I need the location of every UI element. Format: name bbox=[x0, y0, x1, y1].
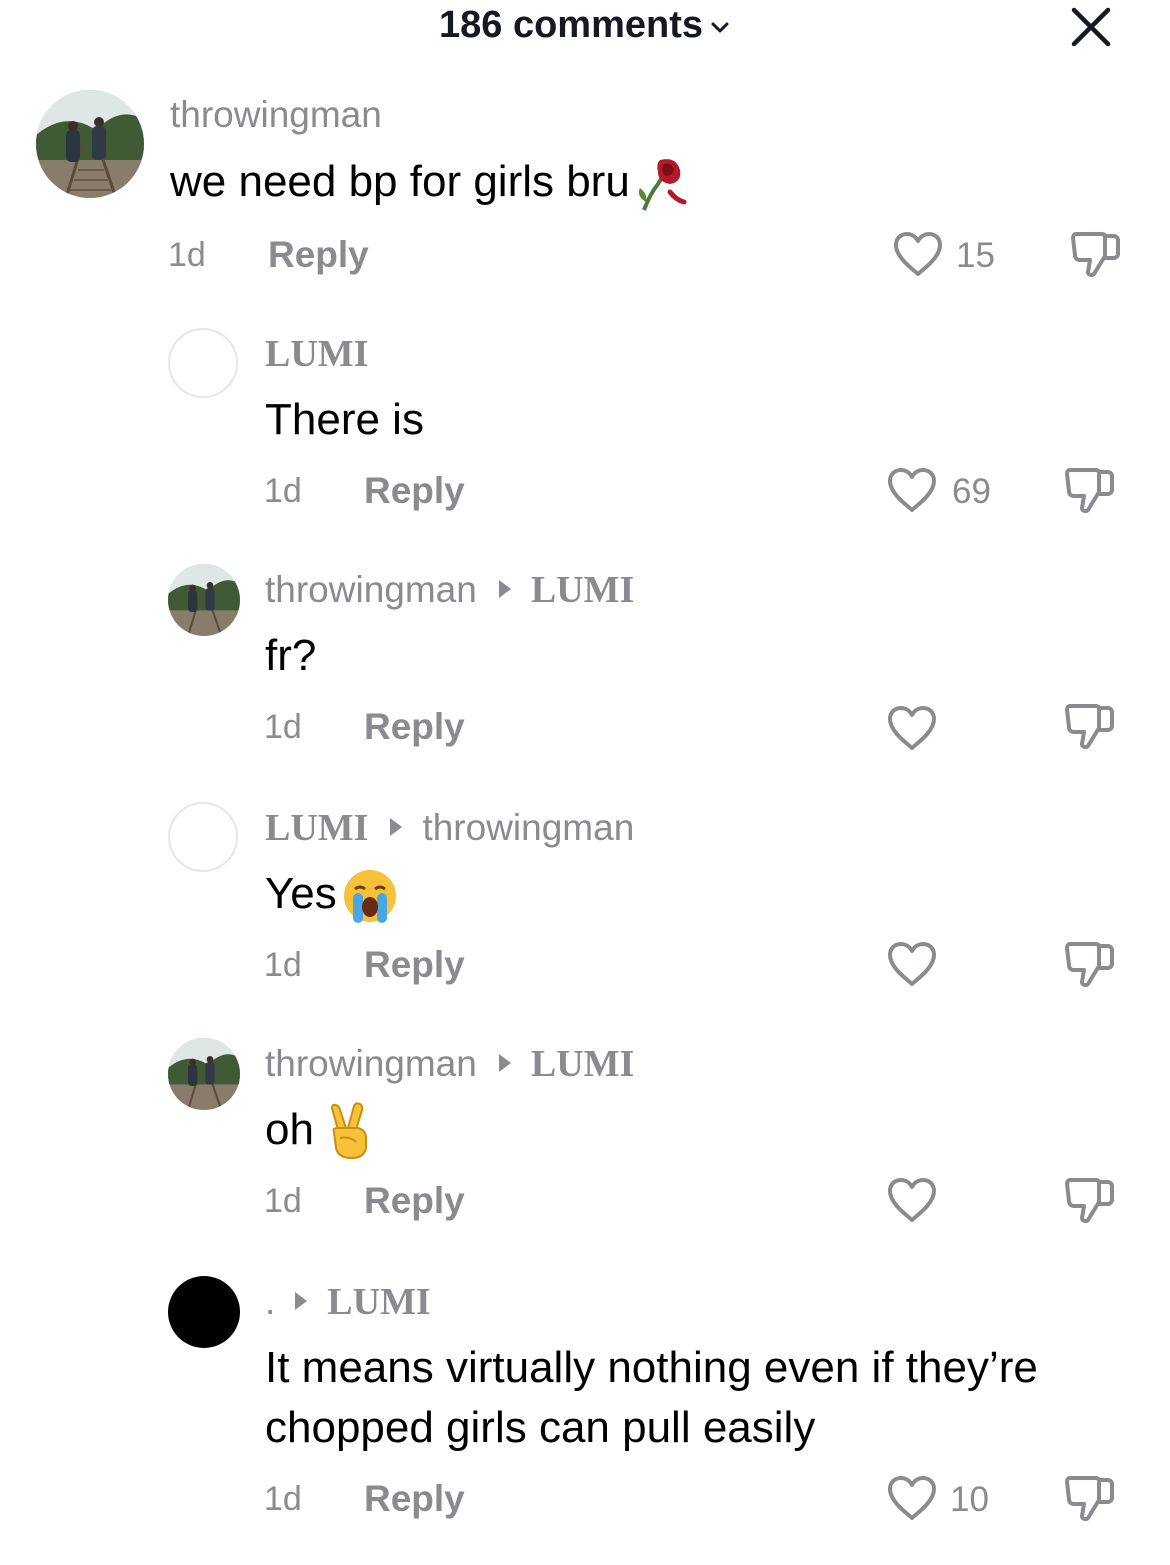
comment-age: 1d bbox=[264, 1182, 302, 1220]
username-label: . bbox=[265, 1281, 276, 1322]
reply-button[interactable]: Reply bbox=[364, 944, 465, 986]
comment-text: It means virtually nothing even if they’… bbox=[265, 1338, 1038, 1458]
comment-text: oh bbox=[265, 1100, 378, 1162]
reply-to-username[interactable]: throwingman bbox=[422, 807, 634, 848]
dislike-icon[interactable] bbox=[1064, 938, 1116, 990]
crying-face-icon bbox=[343, 870, 396, 924]
comment-text-content: Yes bbox=[265, 869, 337, 918]
close-icon[interactable] bbox=[1066, 4, 1116, 50]
comment-text-line: It means virtually nothing even if they’… bbox=[265, 1343, 1038, 1392]
avatar-photo-icon bbox=[168, 1038, 240, 1110]
comment-text-content: we need bp for girls bru bbox=[170, 157, 630, 206]
reply-button[interactable]: Reply bbox=[268, 234, 369, 276]
heart-icon[interactable] bbox=[886, 940, 938, 988]
chevron-down-icon bbox=[711, 22, 729, 33]
reply-button[interactable]: Reply bbox=[364, 470, 465, 512]
dislike-icon[interactable] bbox=[1064, 464, 1116, 516]
username-label: throwingman bbox=[265, 569, 477, 610]
avatar[interactable] bbox=[168, 564, 240, 636]
avatar[interactable] bbox=[168, 1276, 240, 1348]
comments-count-label: 186 comments bbox=[438, 4, 703, 46]
reply-arrow-icon bbox=[498, 580, 511, 599]
reply-arrow-icon bbox=[295, 1292, 308, 1311]
heart-icon[interactable] bbox=[886, 1474, 938, 1522]
comment-username[interactable]: throwingman bbox=[170, 94, 382, 136]
like-count: 10 bbox=[950, 1480, 989, 1519]
comment-text: There is bbox=[265, 390, 424, 450]
comment-text: fr? bbox=[265, 626, 316, 686]
comment-age: 1d bbox=[264, 708, 302, 746]
comment-text-content: oh bbox=[265, 1105, 314, 1154]
avatar-photo-icon bbox=[168, 564, 240, 636]
avatar[interactable] bbox=[168, 802, 238, 872]
heart-icon[interactable] bbox=[886, 466, 938, 514]
comment-username[interactable]: . LUMI bbox=[265, 1280, 431, 1324]
comments-count-dropdown[interactable]: 186 comments bbox=[0, 4, 1170, 47]
like-count: 69 bbox=[952, 472, 991, 511]
victory-hand-icon bbox=[330, 1102, 367, 1160]
comment-text-content: There is bbox=[265, 395, 424, 444]
dislike-icon[interactable] bbox=[1070, 228, 1122, 280]
comments-header: 186 comments bbox=[0, 0, 1170, 60]
username-label: LUMI bbox=[265, 333, 369, 375]
avatar[interactable] bbox=[36, 90, 144, 198]
comment-username[interactable]: LUMI bbox=[265, 332, 368, 376]
comment-text: Yes bbox=[265, 864, 399, 925]
comment-text-line: chopped girls can pull easily bbox=[265, 1403, 816, 1452]
heart-icon[interactable] bbox=[886, 1176, 938, 1224]
comment-age: 1d bbox=[264, 946, 302, 984]
heart-icon[interactable] bbox=[886, 704, 938, 752]
avatar-photo-icon bbox=[36, 90, 144, 198]
comment-username[interactable]: throwingman LUMI bbox=[265, 568, 634, 612]
comment-text-content: fr? bbox=[265, 631, 317, 680]
reply-button[interactable]: Reply bbox=[364, 1180, 465, 1222]
comment-age: 1d bbox=[264, 1480, 302, 1518]
comment-age: 1d bbox=[168, 236, 206, 274]
comment-age: 1d bbox=[264, 472, 302, 510]
reply-arrow-icon bbox=[498, 1054, 511, 1073]
username-label: throwingman bbox=[265, 1043, 477, 1084]
avatar[interactable] bbox=[168, 1038, 240, 1110]
like-count: 15 bbox=[956, 236, 995, 275]
comment-username[interactable]: LUMI throwingman bbox=[265, 806, 634, 850]
comment-text: we need bp for girls bru bbox=[170, 152, 690, 214]
dislike-icon[interactable] bbox=[1064, 1472, 1116, 1524]
username-label: LUMI bbox=[265, 807, 369, 849]
reply-arrow-icon bbox=[390, 818, 403, 837]
dislike-icon[interactable] bbox=[1064, 700, 1116, 752]
reply-to-username[interactable]: LUMI bbox=[531, 569, 634, 611]
reply-to-username[interactable]: LUMI bbox=[531, 1043, 634, 1085]
reply-to-username[interactable]: LUMI bbox=[327, 1281, 430, 1323]
avatar[interactable] bbox=[168, 328, 238, 398]
reply-button[interactable]: Reply bbox=[364, 1478, 465, 1520]
username-label: throwingman bbox=[170, 94, 382, 135]
reply-button[interactable]: Reply bbox=[364, 706, 465, 748]
wilted-rose-icon bbox=[638, 159, 687, 212]
heart-icon[interactable] bbox=[892, 230, 944, 278]
dislike-icon[interactable] bbox=[1064, 1174, 1116, 1226]
comment-username[interactable]: throwingman LUMI bbox=[265, 1042, 634, 1086]
